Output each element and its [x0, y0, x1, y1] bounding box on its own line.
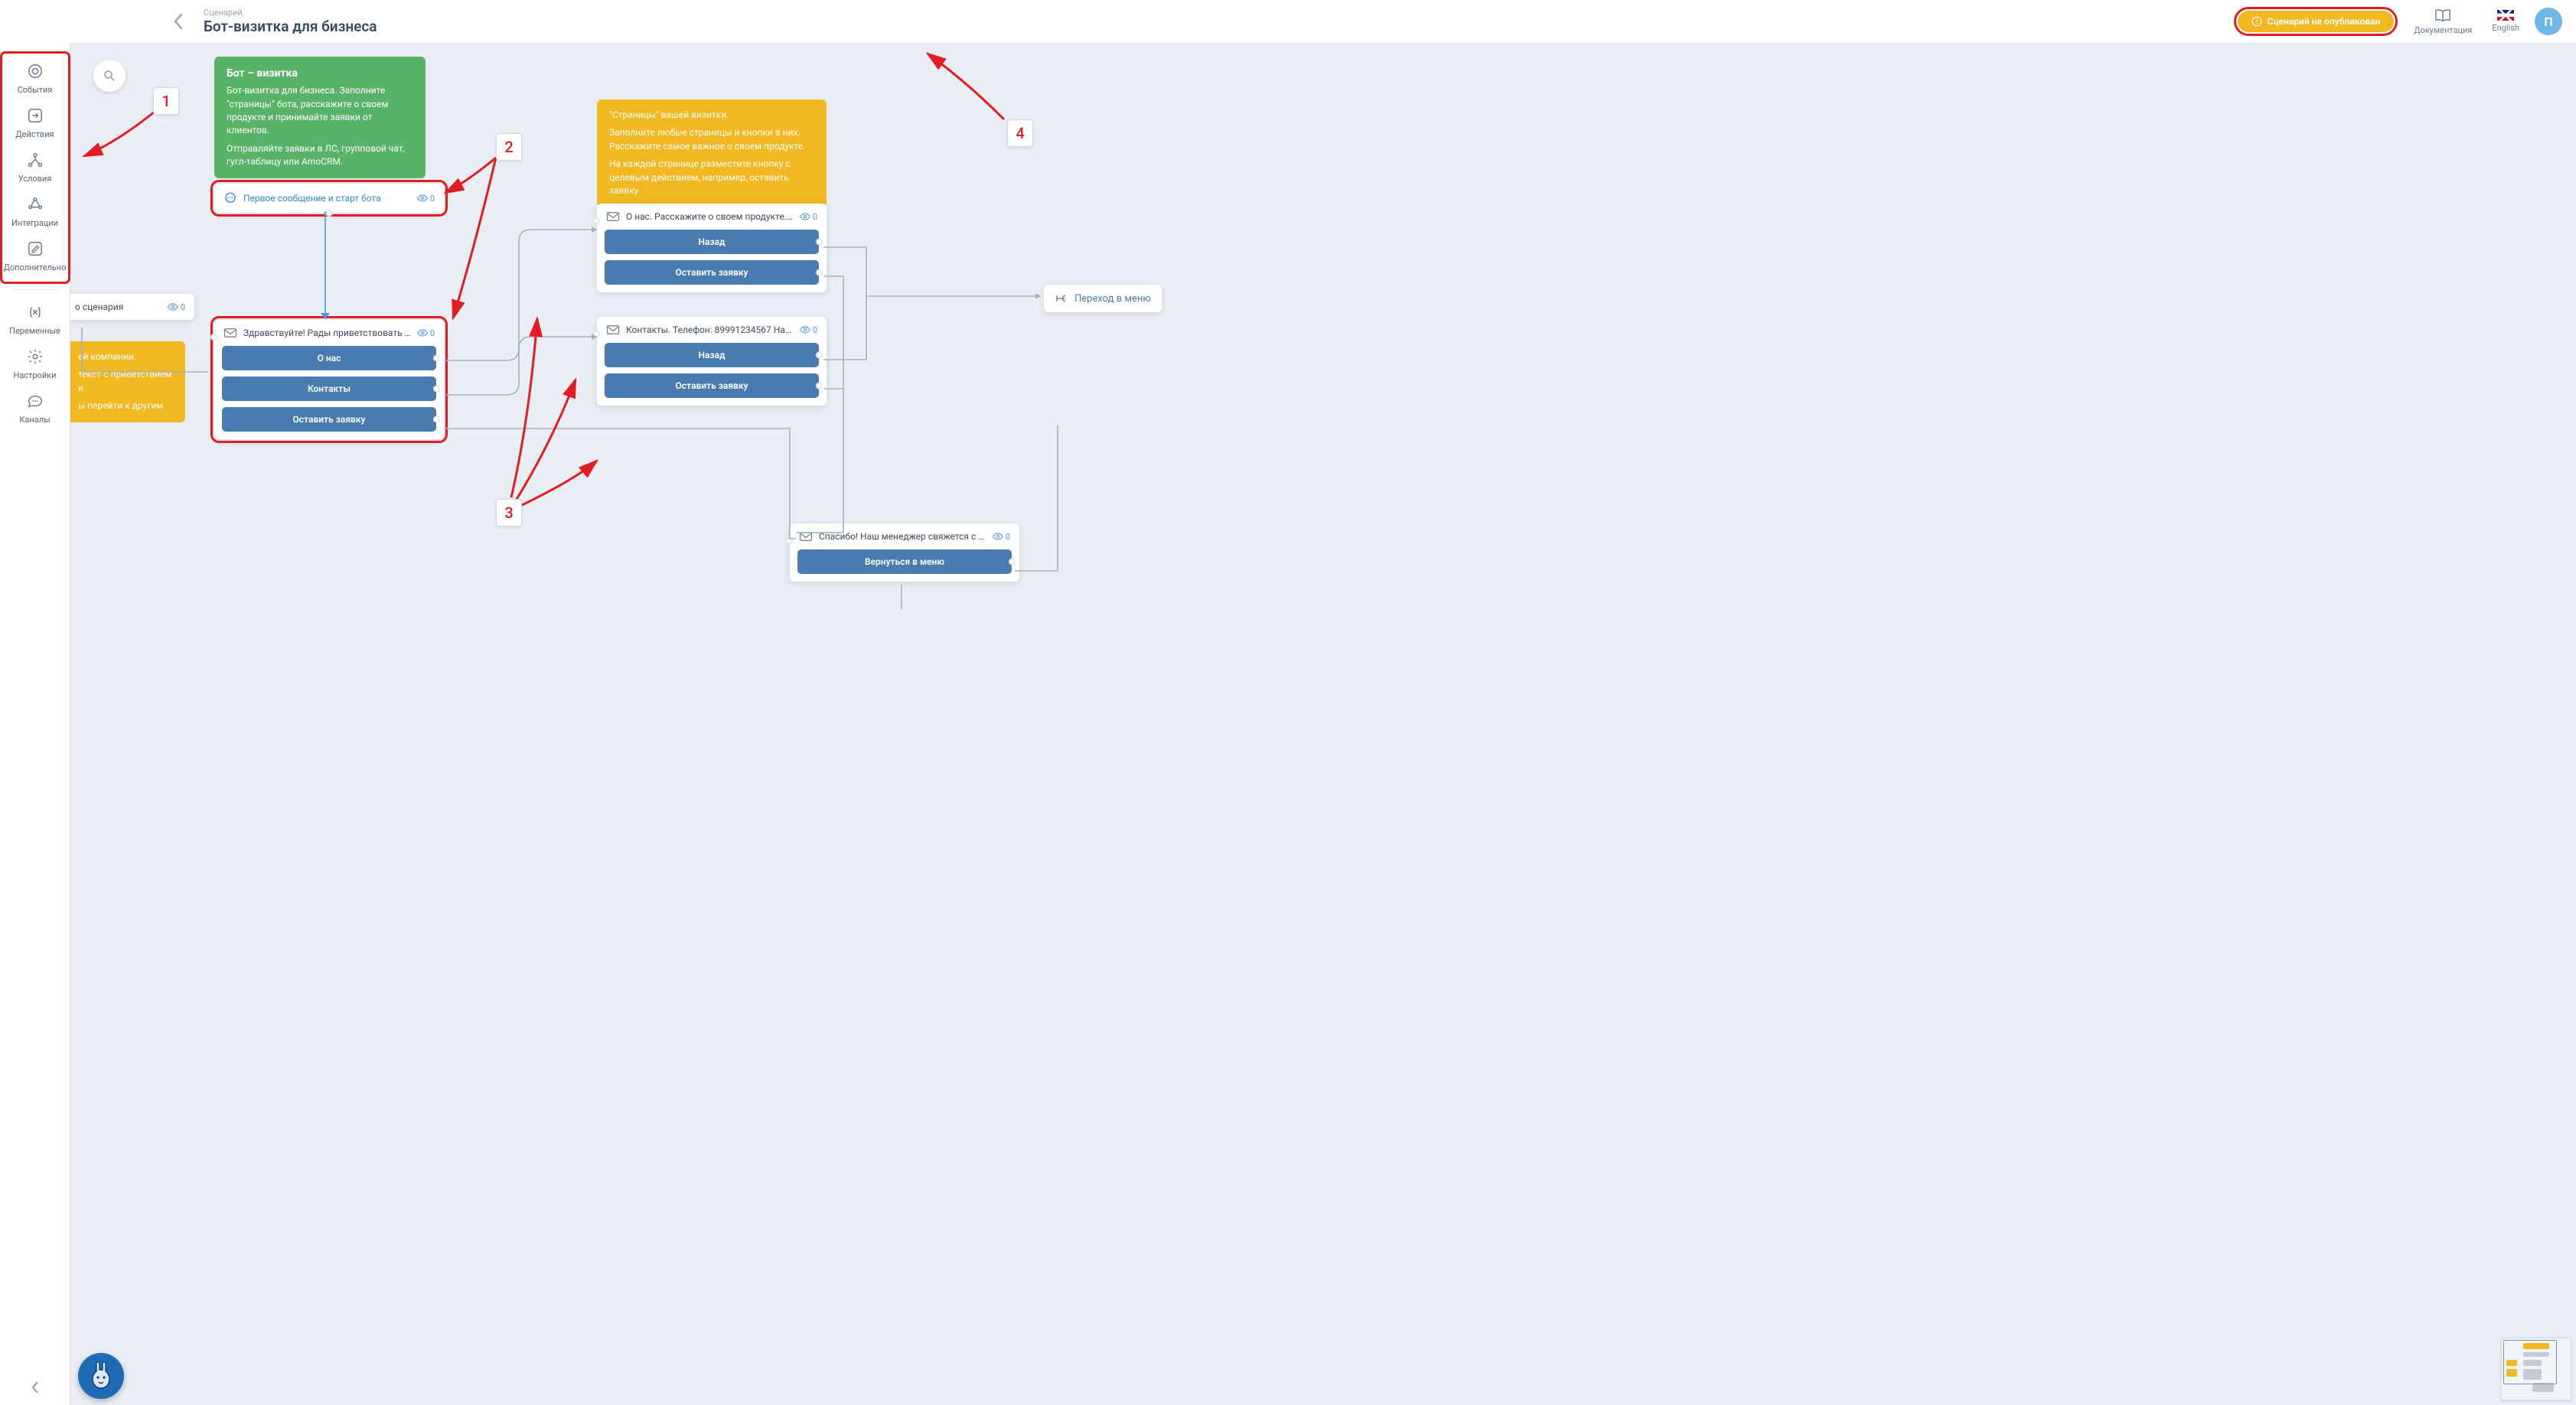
- annotation-number-2: 2: [496, 133, 522, 161]
- chevron-left-icon: [173, 13, 184, 30]
- node-button-request[interactable]: Оставить заявку: [605, 260, 819, 285]
- gear-icon: [27, 348, 44, 367]
- views-badge: 0: [800, 212, 817, 222]
- views-badge: 0: [993, 532, 1010, 542]
- chat-icon: [27, 393, 44, 412]
- arrow-square-icon: [27, 107, 44, 126]
- flow-canvas[interactable]: Бот – визитка Бот-визитка для бизнеса. З…: [70, 43, 2576, 1405]
- node-scenario-entry[interactable]: о сценария 0: [66, 294, 194, 320]
- language-switch[interactable]: English: [2492, 10, 2519, 33]
- transit-icon: [1055, 292, 1068, 305]
- annotation-arrows: [70, 43, 2576, 1405]
- sidebar-item-more[interactable]: Дополнительно: [4, 234, 67, 279]
- node-button-contacts[interactable]: Контакты: [222, 377, 436, 401]
- collapse-sidebar-button[interactable]: [0, 1381, 70, 1394]
- views-badge: 0: [417, 194, 435, 204]
- eye-icon: [993, 533, 1003, 540]
- node-greeting[interactable]: Здравствуйте! Рады приветствовать вас в …: [214, 320, 444, 439]
- note-green[interactable]: Бот – визитка Бот-визитка для бизнеса. З…: [214, 57, 426, 178]
- connection-lines: [70, 43, 2576, 1405]
- node-start[interactable]: Первое сообщение и старт бота 0: [214, 184, 444, 213]
- sidebar-item-settings[interactable]: Настройки: [4, 342, 67, 386]
- note-orange-greeting[interactable]: ей компании. текст с приветствием и ы пе…: [66, 341, 185, 422]
- eye-icon: [800, 213, 810, 220]
- page-title: Бот-визитка для бизнеса: [204, 18, 377, 35]
- avatar[interactable]: П: [2535, 8, 2562, 35]
- flag-uk-icon: [2497, 10, 2514, 21]
- mail-icon: [223, 328, 237, 338]
- chevron-left-icon: [31, 1381, 40, 1394]
- node-about[interactable]: О нас. Расскажите о своем продукте. Вы м…: [597, 204, 827, 292]
- canvas-search-button[interactable]: [93, 60, 126, 92]
- annotation-number-3: 3: [496, 499, 522, 526]
- note-orange-pages[interactable]: "Страницы" вашей визитки. Заполните любы…: [597, 99, 827, 207]
- views-badge: 0: [417, 328, 435, 338]
- warning-icon: [2252, 16, 2262, 27]
- sidebar-item-variables[interactable]: Переменные: [4, 298, 67, 342]
- docs-link[interactable]: Документация: [2414, 8, 2472, 35]
- eye-icon: [800, 326, 810, 334]
- annotation-number-4: 4: [1007, 119, 1033, 147]
- branch-icon: [27, 152, 44, 171]
- minimap[interactable]: [2501, 1338, 2571, 1400]
- llama-icon: [86, 1359, 116, 1393]
- sidebar-item-channels[interactable]: Каналы: [4, 386, 67, 431]
- annotation-number-1: 1: [153, 87, 179, 115]
- chat-bubble-icon: [223, 191, 237, 205]
- publish-status-button[interactable]: Сценарий не опубликован: [2238, 11, 2394, 32]
- node-transit-menu[interactable]: Переход в меню: [1044, 285, 1162, 312]
- edit-icon: [27, 240, 44, 259]
- book-icon: [2434, 8, 2451, 23]
- sidebar-item-conditions[interactable]: Условия: [4, 145, 67, 190]
- sidebar-item-events[interactable]: События: [4, 57, 67, 101]
- back-button[interactable]: [167, 13, 190, 30]
- node-button-back[interactable]: Назад: [605, 343, 819, 367]
- nodes-icon: [27, 196, 44, 215]
- variable-icon: [27, 304, 44, 323]
- breadcrumb-label: Сценарий: [204, 8, 377, 18]
- node-button-return-menu[interactable]: Вернуться в меню: [797, 549, 1012, 574]
- eye-icon: [417, 329, 428, 337]
- node-button-request[interactable]: Оставить заявку: [222, 407, 436, 432]
- eye-icon: [168, 303, 178, 311]
- assistant-fab[interactable]: [78, 1353, 124, 1399]
- breadcrumb: Сценарий Бот-визитка для бизнеса: [204, 8, 377, 35]
- node-button-back[interactable]: Назад: [605, 230, 819, 254]
- views-badge: 0: [800, 325, 817, 335]
- left-toolbar: События Действия Условия Интеграции Допо…: [0, 43, 70, 1405]
- eye-icon: [417, 194, 428, 202]
- node-contacts[interactable]: Контакты. Телефон: 89991234567 Наш адр… …: [597, 317, 827, 406]
- sidebar-item-actions[interactable]: Действия: [4, 101, 67, 145]
- views-badge: 0: [168, 302, 185, 312]
- mail-icon: [606, 324, 620, 335]
- search-icon: [103, 69, 116, 83]
- sidebar-item-integrations[interactable]: Интеграции: [4, 190, 67, 234]
- target-icon: [27, 63, 44, 82]
- node-button-request[interactable]: Оставить заявку: [605, 373, 819, 398]
- mail-icon: [799, 531, 813, 542]
- top-header: Сценарий Бот-визитка для бизнеса Сценари…: [0, 0, 2576, 43]
- mail-icon: [606, 211, 620, 222]
- node-button-about[interactable]: О нас: [222, 346, 436, 370]
- node-thanks[interactable]: Спасибо! Наш менеджер свяжется с вами в……: [790, 523, 1019, 582]
